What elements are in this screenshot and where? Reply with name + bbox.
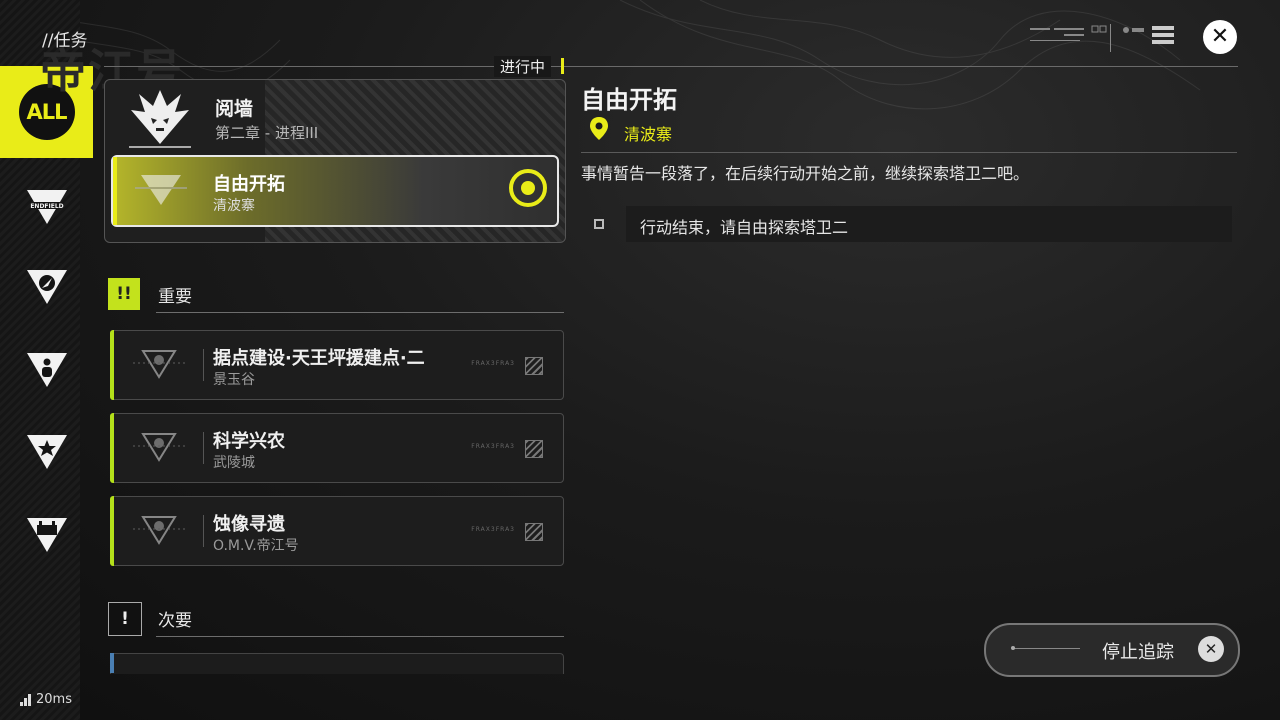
side-quest-row-partial[interactable] <box>110 653 564 674</box>
quest-title: 科学兴农 <box>213 431 285 452</box>
quest-row[interactable]: 蚀像寻遗 O.M.V.帝江号 FRAX3FRA3 <box>110 496 564 566</box>
quest-title: 蚀像寻遗 <box>213 514 285 535</box>
explore-compass-icon <box>26 270 67 304</box>
character-icon <box>26 353 67 387</box>
quest-location: O.M.V.帝江号 <box>213 538 299 554</box>
quest-stripe <box>110 653 114 673</box>
stop-tracking-button[interactable]: 停止追踪 ✕ <box>984 623 1240 677</box>
section-divider <box>104 66 1238 67</box>
category-character[interactable] <box>0 338 93 400</box>
close-button[interactable]: ✕ <box>1203 20 1237 54</box>
objective-text: 行动结束，请自由探索塔卫二 <box>640 218 849 237</box>
chapter-emblem-icon <box>129 90 191 148</box>
main-quests-label: 重要 <box>158 287 192 307</box>
side-quests-divider <box>156 636 564 637</box>
stop-tracking-close-icon: ✕ <box>1198 636 1224 662</box>
star-icon <box>26 435 67 469</box>
quest-stripe <box>110 496 114 566</box>
quest-type-icon <box>133 350 185 379</box>
hatch-icon <box>525 357 543 375</box>
quest-title: 据点建设·天王坪援建点·二 <box>213 348 425 369</box>
side-quests-header: ! 次要 <box>108 600 564 640</box>
network-status: 20ms <box>20 692 72 707</box>
chapter-title: 阅墙 <box>215 98 254 120</box>
quest-type-icon <box>135 175 187 205</box>
chapter-subtitle: 第二章 - 进程III <box>215 124 319 142</box>
hatch-icon <box>525 440 543 458</box>
in-progress-label: 进行中 <box>494 56 552 77</box>
main-quests-divider <box>156 312 564 313</box>
svg-text:ENDFIELD: ENDFIELD <box>30 203 63 210</box>
row-separator <box>203 432 204 464</box>
detail-divider <box>581 152 1237 153</box>
active-quest-title: 自由开拓 <box>213 174 285 195</box>
active-quest-card[interactable]: 自由开拓 清波寨 <box>111 155 559 227</box>
quest-location: 景玉谷 <box>213 372 255 388</box>
quest-code-tag: FRAX3FRA3 <box>471 443 515 450</box>
close-icon: ✕ <box>1210 24 1230 49</box>
quest-stripe <box>110 330 114 400</box>
side-quest-badge: ! <box>108 602 142 636</box>
quest-location: 武陵城 <box>213 455 255 471</box>
quest-description: 事情暂告一段落了，在后续行动开始之前，继续探索塔卫二吧。 <box>581 164 1030 183</box>
page-title: //任务 <box>42 31 88 51</box>
quest-row[interactable]: 科学兴农 武陵城 FRAX3FRA3 <box>110 413 564 483</box>
active-quest-stripe <box>113 157 117 225</box>
row-separator <box>203 349 204 381</box>
track-line-decoration <box>1011 646 1080 650</box>
hatch-icon <box>525 523 543 541</box>
location-pin-icon <box>590 117 608 140</box>
category-rail: ALL ENDFIELD <box>0 0 93 720</box>
quest-code-tag: FRAX3FRA3 <box>471 360 515 367</box>
main-quest-badge: !! <box>108 278 140 310</box>
quest-row[interactable]: 据点建设·天王坪援建点·二 景玉谷 FRAX3FRA3 <box>110 330 564 400</box>
category-star[interactable] <box>0 420 93 482</box>
stop-tracking-label: 停止追踪 <box>1102 642 1174 663</box>
quest-type-icon <box>133 516 185 545</box>
quest-type-icon <box>133 433 185 462</box>
objective-checkbox <box>594 219 604 229</box>
hud-decoration <box>1030 24 1174 52</box>
quest-detail-title: 自由开拓 <box>581 86 677 114</box>
factory-icon <box>26 518 67 552</box>
row-separator <box>203 515 204 547</box>
ping-value: 20ms <box>36 692 72 707</box>
quest-stripe <box>110 413 114 483</box>
in-progress-marker <box>561 58 564 74</box>
signal-bars-icon <box>20 693 32 706</box>
category-explore[interactable] <box>0 255 93 317</box>
quest-detail-location: 清波寨 <box>624 125 673 144</box>
endfield-icon: ENDFIELD <box>26 190 67 224</box>
tracking-target-icon[interactable] <box>509 169 547 207</box>
main-quests-header: !! 重要 <box>108 276 564 316</box>
category-endfield[interactable]: ENDFIELD <box>0 175 93 237</box>
side-quests-label: 次要 <box>158 611 192 631</box>
in-progress-card: 阅墙 第二章 - 进程III 自由开拓 清波寨 <box>104 79 566 243</box>
category-factory[interactable] <box>0 503 93 565</box>
active-quest-location: 清波寨 <box>213 198 255 214</box>
quest-code-tag: FRAX3FRA3 <box>471 526 515 533</box>
objective-item: 行动结束，请自由探索塔卫二 <box>626 206 1232 242</box>
